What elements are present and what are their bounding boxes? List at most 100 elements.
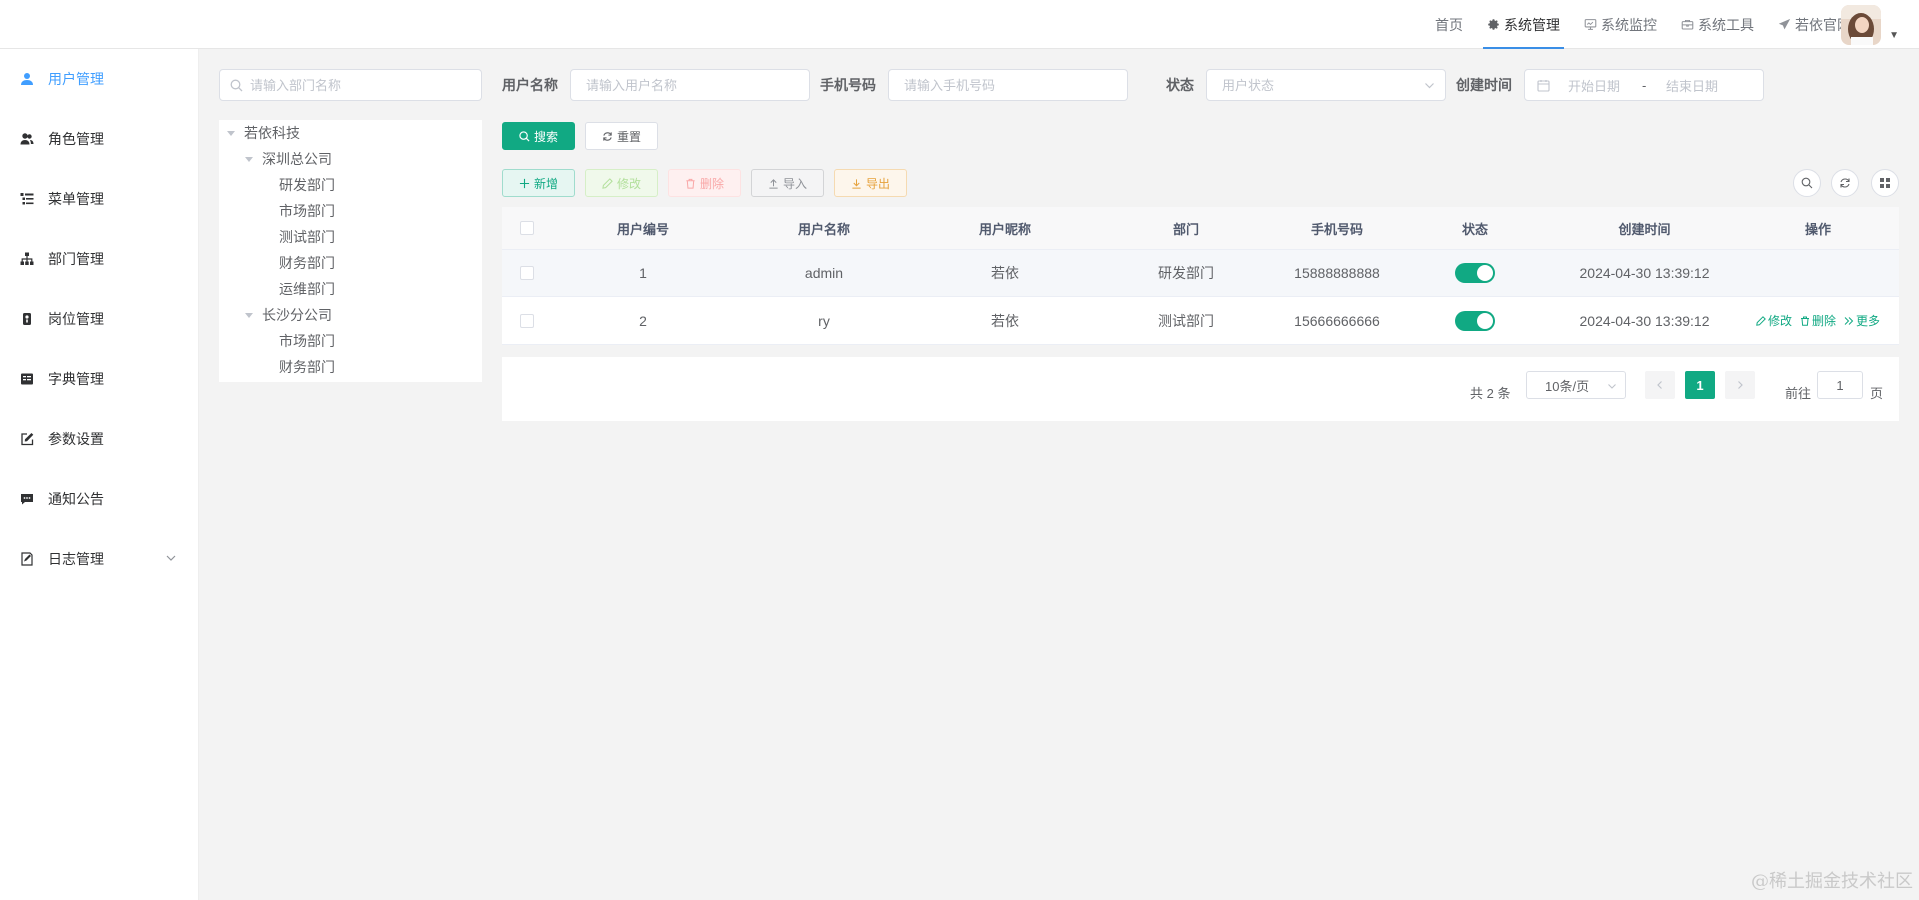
tree-node[interactable]: 运维部门 <box>219 276 482 302</box>
cell-phone: 15888888888 <box>1294 265 1380 281</box>
cell-user-id: 1 <box>639 265 647 281</box>
next-page-button[interactable] <box>1725 371 1755 399</box>
sidebar-item-post[interactable]: 岗位管理 <box>0 289 198 349</box>
sidebar-item-label: 通知公告 <box>48 491 104 507</box>
row-delete-button[interactable]: 删除 <box>1800 312 1836 329</box>
trash-icon <box>686 178 695 189</box>
edit-icon <box>602 177 613 189</box>
tree-node[interactable]: 市场部门 <box>219 198 482 224</box>
delete-button[interactable]: 删除 <box>668 169 741 197</box>
sidebar-item-user[interactable]: 用户管理 <box>0 49 198 109</box>
caret-down-icon[interactable] <box>245 312 253 318</box>
top-menu: 首页 系统管理 系统监控 系统工具 若依官网 <box>1423 0 1863 49</box>
sidebar-item-label: 参数设置 <box>48 431 104 447</box>
avatar-image <box>1841 5 1881 45</box>
row-checkbox[interactable] <box>520 313 534 328</box>
user-table: 用户编号 用户名称 用户昵称 部门 手机号码 状态 创建时间 操作 1 admi… <box>502 207 1899 345</box>
tree-node[interactable]: 若依科技 <box>219 120 482 146</box>
select-all-checkbox[interactable] <box>520 221 534 235</box>
cell-ops: 修改 删除 更多 <box>1737 312 1899 329</box>
toolbox-icon <box>1681 19 1694 30</box>
topnav-tools[interactable]: 系统工具 <box>1669 0 1766 49</box>
dept-search-input-wrapper <box>219 69 482 101</box>
double-arrow-right-icon <box>1844 316 1854 325</box>
tree-node[interactable]: 财务部门 <box>219 250 482 276</box>
header-cell: 用户编号 <box>616 221 669 237</box>
chevron-right-icon <box>1738 381 1743 389</box>
caret-down-icon[interactable]: ▼ <box>1889 30 1899 41</box>
sidebar-item-label: 菜单管理 <box>48 191 104 207</box>
sidebar-item-dict[interactable]: 字典管理 <box>0 349 198 409</box>
avatar[interactable] <box>1841 5 1881 45</box>
refresh-button[interactable] <box>1831 169 1859 197</box>
topnav-monitor[interactable]: 系统监控 <box>1572 0 1669 49</box>
message-icon <box>20 492 34 506</box>
status-switch[interactable] <box>1455 310 1495 331</box>
dept-tree: 若依科技 深圳总公司 研发部门 市场部门 测试部门 财务部门 运维部门 长沙分公… <box>219 120 482 382</box>
tree-node[interactable]: 测试部门 <box>219 224 482 250</box>
search-icon <box>519 130 530 142</box>
upload-icon <box>769 178 778 189</box>
toggle-search-button[interactable] <box>1793 169 1821 197</box>
tree-node[interactable]: 财务部门 <box>219 354 482 380</box>
calendar-icon <box>1537 79 1550 92</box>
columns-button[interactable] <box>1871 169 1899 197</box>
goto-page-input[interactable]: 1 <box>1817 371 1863 399</box>
dept-search-input[interactable] <box>250 77 470 93</box>
sidebar-item-label: 部门管理 <box>48 251 104 267</box>
tree-node[interactable]: 深圳总公司 <box>219 146 482 172</box>
sidebar-item-menu[interactable]: 菜单管理 <box>0 169 198 229</box>
username-input[interactable] <box>586 77 809 93</box>
caret-down-icon[interactable] <box>227 130 235 136</box>
row-more-button[interactable]: 更多 <box>1844 312 1880 329</box>
sidebar-item-notice[interactable]: 通知公告 <box>0 469 198 529</box>
chevron-down-icon <box>166 555 176 561</box>
date-end-input[interactable]: 结束日期 <box>1666 76 1718 95</box>
row-select-cell <box>502 266 552 280</box>
edit-icon <box>1756 315 1766 326</box>
sidebar-item-config[interactable]: 参数设置 <box>0 409 198 469</box>
export-button[interactable]: 导出 <box>834 169 907 197</box>
prev-page-button[interactable] <box>1645 371 1675 399</box>
add-button[interactable]: 新增 <box>502 169 575 197</box>
select-all-cell <box>502 221 552 235</box>
row-checkbox[interactable] <box>520 266 534 280</box>
sidebar-item-dept[interactable]: 部门管理 <box>0 229 198 289</box>
row-edit-button[interactable]: 修改 <box>1756 312 1792 329</box>
created-time-label: 创建时间 <box>1456 77 1512 93</box>
reset-button[interactable]: 重置 <box>585 122 658 150</box>
status-select-input[interactable] <box>1222 77 1445 93</box>
phone-label: 手机号码 <box>820 77 876 93</box>
search-button[interactable]: 搜索 <box>502 122 575 150</box>
sidebar-item-role[interactable]: 角色管理 <box>0 109 198 169</box>
date-range-picker[interactable]: 开始日期 - 结束日期 <box>1524 69 1764 101</box>
header-cell: 用户昵称 <box>978 221 1031 237</box>
import-button[interactable]: 导入 <box>751 169 824 197</box>
dict-icon <box>20 372 34 386</box>
date-start-input[interactable]: 开始日期 <box>1568 76 1642 95</box>
edit-button[interactable]: 修改 <box>585 169 658 197</box>
monitor-icon <box>1584 19 1597 30</box>
chevron-left-icon <box>1657 381 1662 389</box>
table-row[interactable]: 1 admin 若依 研发部门 15888888888 2024-04-30 1… <box>502 250 1899 297</box>
trash-icon <box>1800 316 1809 326</box>
tree-node[interactable]: 市场部门 <box>219 328 482 354</box>
page-size-select[interactable]: 10条/页 <box>1526 371 1626 399</box>
watermark: @稀土掘金技术社区 <box>1751 871 1913 892</box>
status-select[interactable] <box>1206 69 1446 101</box>
tree-node[interactable]: 研发部门 <box>219 172 482 198</box>
sidebar-item-log[interactable]: 日志管理 <box>0 529 198 589</box>
caret-down-icon[interactable] <box>245 156 253 162</box>
status-switch[interactable] <box>1455 263 1495 283</box>
tree-node[interactable]: 长沙分公司 <box>219 302 482 328</box>
sidebar-item-label: 日志管理 <box>48 551 104 567</box>
sidebar-item-label: 角色管理 <box>48 131 104 147</box>
topnav-system[interactable]: 系统管理 <box>1475 0 1572 49</box>
phone-input[interactable] <box>904 77 1127 93</box>
post-icon <box>20 312 34 326</box>
cell-dept: 测试部门 <box>1158 312 1214 329</box>
topnav-home[interactable]: 首页 <box>1423 0 1475 49</box>
page-number-current[interactable]: 1 <box>1685 371 1715 399</box>
cell-created: 2024-04-30 13:39:12 <box>1579 265 1710 281</box>
table-row[interactable]: 2 ry 若依 测试部门 15666666666 2024-04-30 13:3… <box>502 297 1899 345</box>
